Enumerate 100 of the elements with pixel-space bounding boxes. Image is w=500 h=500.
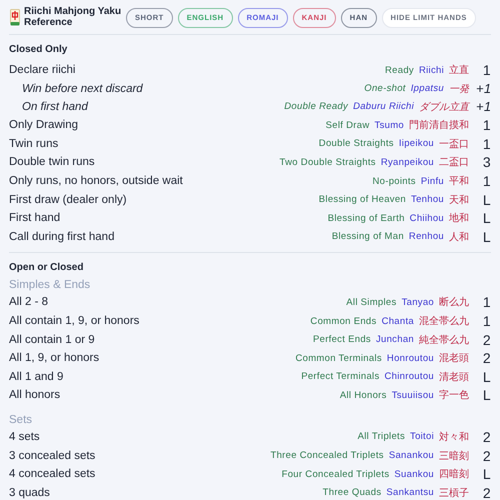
han-value: 2: [482, 428, 491, 445]
han-value: L: [482, 228, 491, 245]
english-name: Double Straights: [318, 138, 394, 150]
romaji-name: Iipeikou: [398, 138, 434, 150]
mahjong-tile-icon: [10, 9, 20, 26]
english-name: Blessing of Earth: [328, 212, 405, 224]
kanji-name: 清老頭: [439, 370, 469, 384]
english-name: Blessing of Man: [332, 231, 404, 242]
romaji-name: Chiihou: [410, 212, 444, 224]
kanji-name: ダブル立直: [419, 100, 469, 114]
han-value: +1: [476, 99, 491, 114]
kanji-name: 人和: [449, 230, 469, 244]
english-name: One-shot: [364, 83, 406, 94]
romaji-name: Tenhou: [411, 194, 444, 206]
english-name: Common Terminals: [295, 352, 382, 364]
romaji-name: Ryanpeikou: [380, 156, 434, 168]
han-value: 2: [482, 332, 491, 348]
section-title: Closed Only: [9, 44, 68, 55]
romaji-name: Renhou: [408, 231, 444, 242]
han-value: L: [482, 387, 491, 404]
english-name: Three Concealed Triplets: [270, 450, 384, 462]
kanji-name: 一発: [449, 82, 469, 96]
han-value: L: [482, 466, 491, 482]
yaku-description: Win before next discard: [21, 82, 144, 95]
yaku-description: Declare riichi: [9, 64, 76, 76]
english-name: Self Draw: [326, 120, 370, 131]
han-value: 3: [482, 154, 491, 170]
kanji-name: 平和: [449, 174, 469, 188]
english-name: Two Double Straights: [280, 156, 376, 168]
yaku-description: Call during first hand: [9, 230, 116, 243]
romaji-name: Chinroutou: [384, 371, 434, 382]
yaku-description: All contain 1, 9, or honors: [9, 315, 140, 328]
romaji-name: Sankantsu: [386, 487, 434, 498]
han-value: 2: [482, 448, 491, 464]
romaji-name: Tanyao: [402, 296, 434, 308]
kanji-name: 天和: [449, 194, 469, 207]
yaku-description: All 2 - 8: [9, 296, 49, 308]
yaku-description: All 1, 9, or honors: [9, 352, 100, 364]
han-value: 1: [482, 173, 491, 190]
yaku-description: Double twin runs: [9, 156, 96, 168]
yaku-description: On first hand: [21, 100, 90, 113]
kanji-name: 一盃口: [439, 138, 469, 151]
group-title: Sets: [9, 414, 34, 426]
app-title: Riichi Mahjong Yaku Reference: [24, 7, 122, 28]
section-title: Open or Closed: [9, 262, 84, 274]
romaji-name: Suankou: [394, 468, 434, 480]
han-value: 1: [482, 313, 491, 330]
english-name: Double Ready: [284, 101, 348, 112]
english-name: All Honors: [340, 390, 387, 401]
han-value: 1: [482, 136, 491, 152]
yaku-description: 4 sets: [9, 430, 41, 443]
romaji-name: Honroutou: [386, 352, 434, 364]
english-name: No-points: [372, 176, 416, 187]
yaku-description: All 1 and 9: [9, 370, 64, 383]
han-value: 2: [482, 350, 491, 366]
yaku-description: Only Drawing: [9, 119, 80, 132]
english-name: Three Quads: [322, 487, 382, 498]
kanji-name: 二盃口: [439, 156, 469, 170]
romaji-name: Tsumo: [374, 120, 404, 131]
han-value: L: [482, 210, 491, 226]
romaji-name: Junchan: [376, 334, 414, 346]
han-value: 1: [482, 62, 491, 78]
kanji-name: 三暗刻: [439, 450, 469, 463]
english-name: Ready: [385, 64, 414, 76]
group-title: Simples & Ends: [9, 279, 92, 292]
kanji-name: 門前清自摸和: [409, 118, 469, 132]
yaku-description: First draw (dealer only): [9, 194, 128, 206]
english-name: Perfect Ends: [312, 334, 371, 346]
yaku-description: 3 concealed sets: [9, 450, 96, 462]
kanji-name: 地和: [449, 212, 469, 226]
english-name: Blessing of Heaven: [318, 194, 406, 206]
romaji-name: Tsuuiisou: [392, 390, 434, 401]
han-value: L: [482, 368, 491, 385]
english-name: Common Ends: [310, 316, 377, 327]
han-value: +1: [476, 81, 491, 96]
han-value: 1: [482, 117, 491, 134]
yaku-description: All honors: [9, 389, 62, 402]
romaji-name: Daburu Riichi: [353, 101, 414, 112]
han-value: 1: [482, 294, 491, 310]
yaku-description: First hand: [9, 212, 62, 224]
yaku-description: All contain 1 or 9: [9, 334, 96, 346]
han-value: L: [482, 192, 491, 208]
han-value: 2: [482, 484, 491, 500]
english-name: Perfect Terminals: [301, 371, 380, 382]
yaku-description: Only runs, no honors, outside wait: [9, 175, 184, 188]
kanji-name: 四暗刻: [439, 468, 469, 482]
romaji-name: Pinfu: [420, 176, 444, 187]
kanji-name: 混老頭: [439, 352, 469, 366]
romaji-name: Toitoi: [410, 431, 434, 442]
romaji-name: Sanankou: [388, 450, 434, 462]
romaji-name: Riichi: [418, 64, 444, 76]
kanji-name: 立直: [449, 64, 469, 78]
kanji-name: 字一色: [439, 388, 469, 402]
english-name: Four Concealed Triplets: [282, 468, 390, 480]
romaji-name: Ippatsu: [410, 83, 444, 94]
romaji-name: Chanta: [382, 316, 414, 327]
english-name: All Simples: [346, 296, 397, 308]
kanji-name: 混全帯么九: [419, 314, 469, 328]
kanji-name: 断么九: [439, 296, 469, 310]
english-name: All Triplets: [358, 431, 406, 442]
